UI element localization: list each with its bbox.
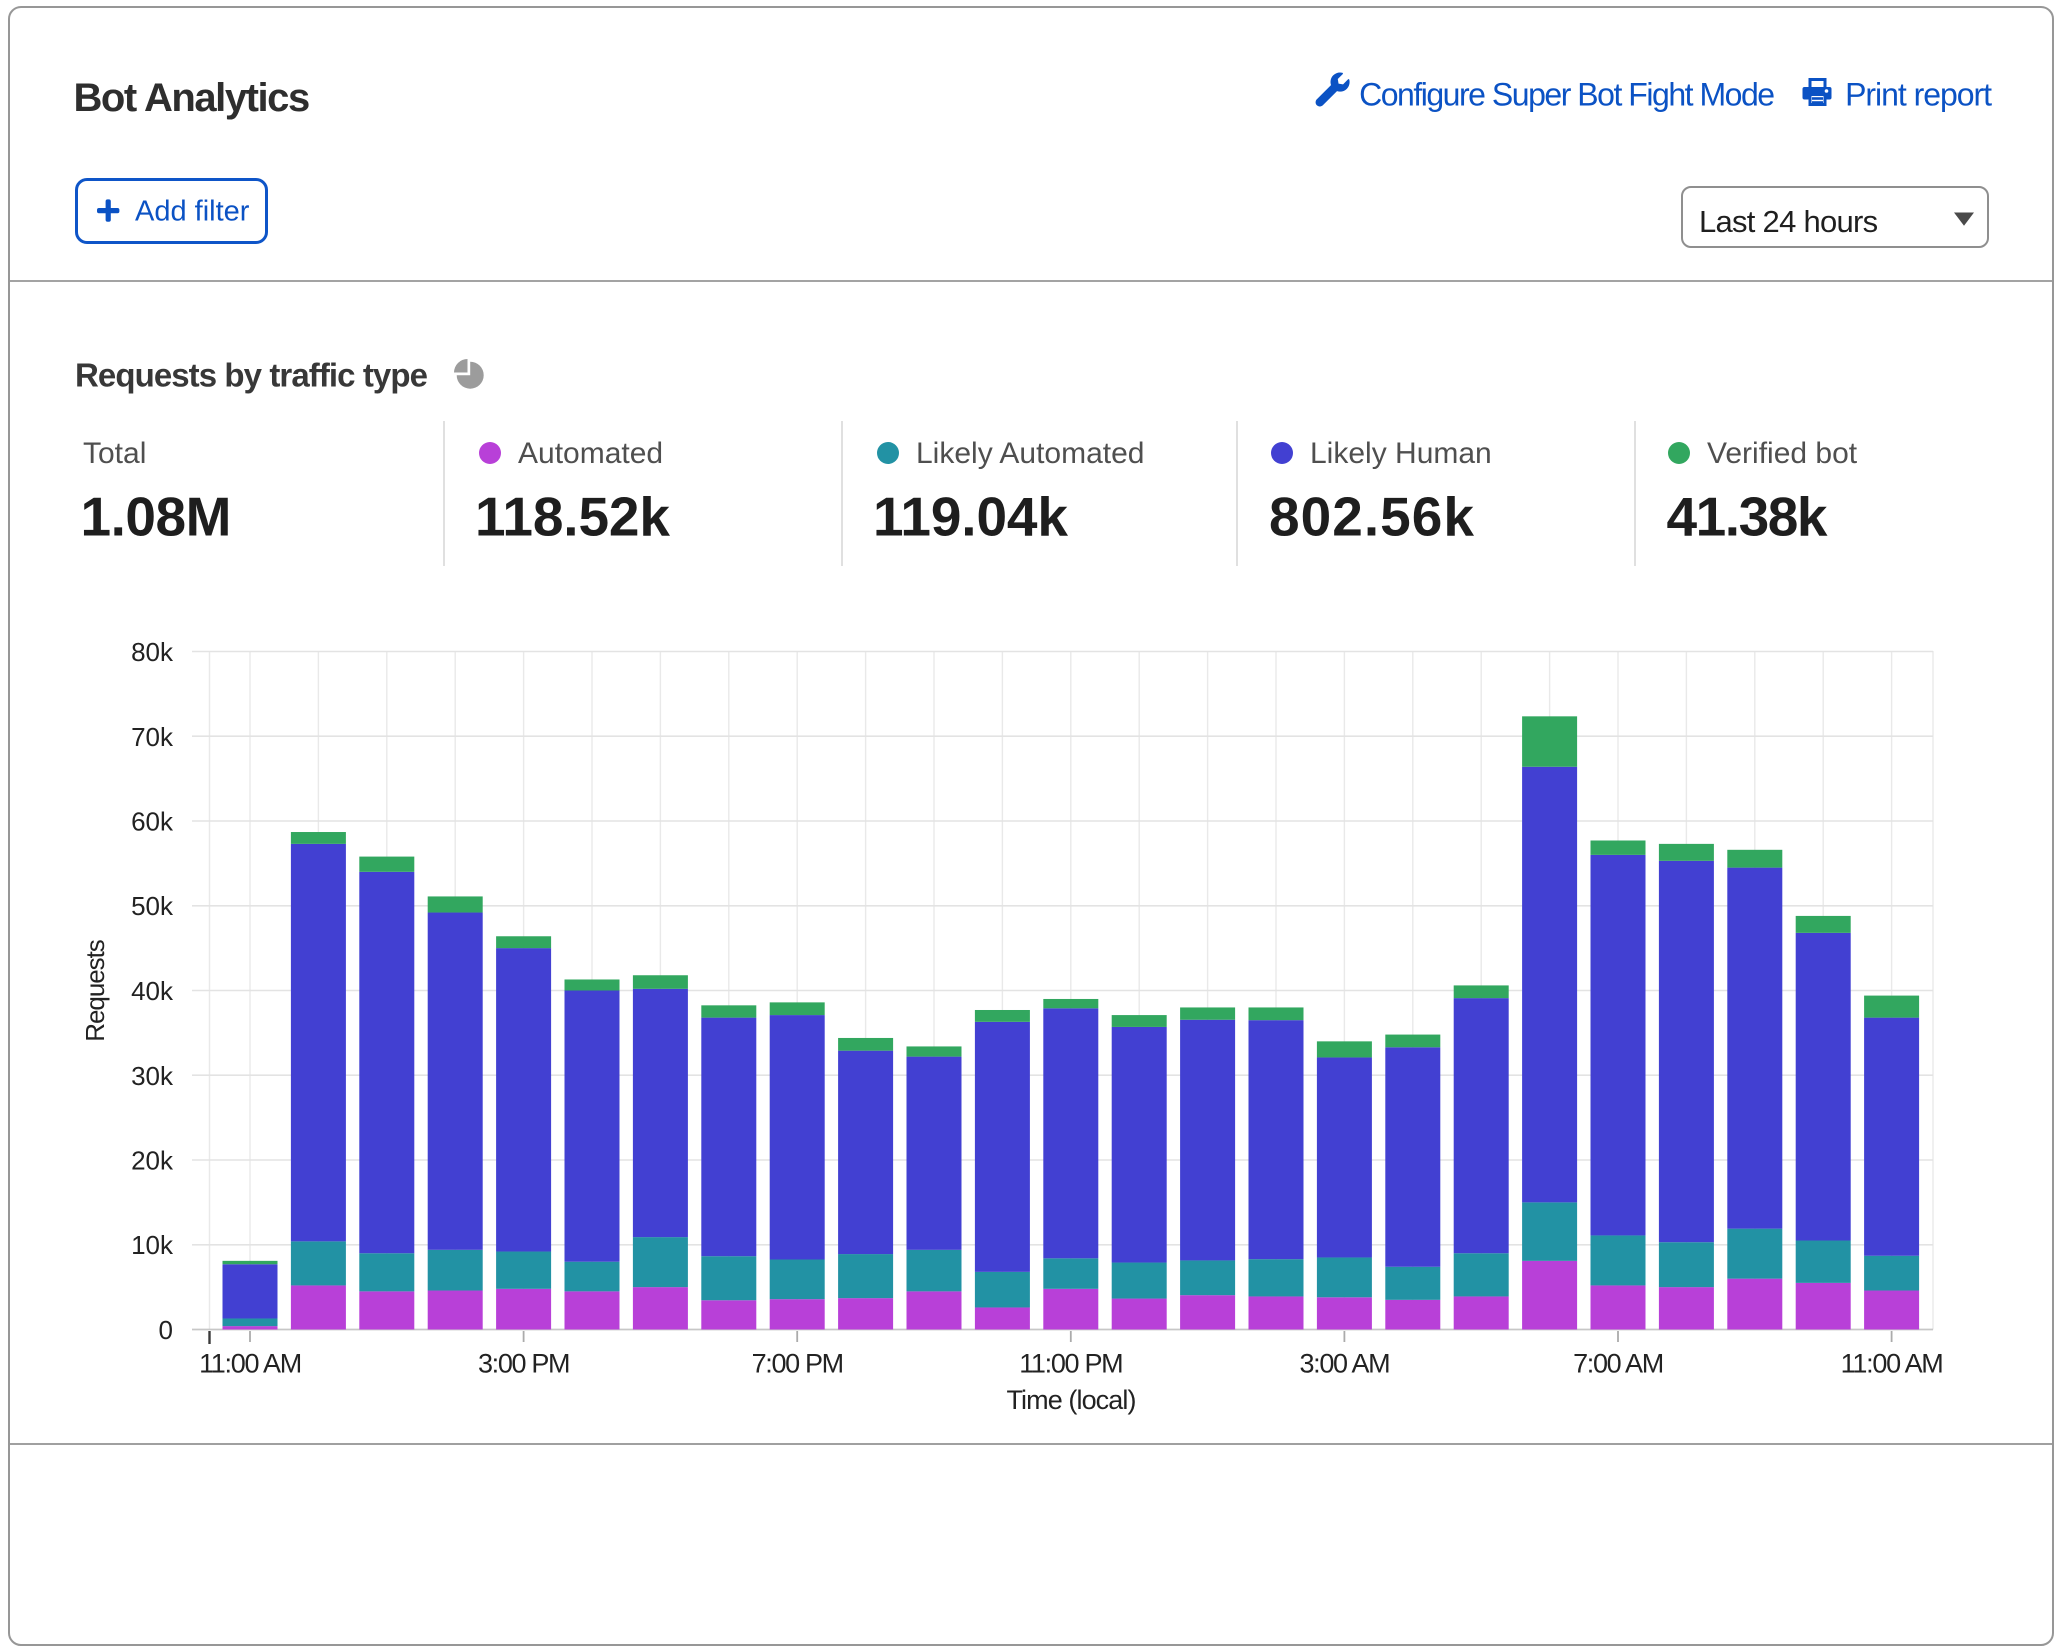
svg-text:80k: 80k bbox=[131, 637, 174, 667]
svg-text:7:00 PM: 7:00 PM bbox=[752, 1349, 843, 1379]
svg-text:Print report: Print report bbox=[1845, 77, 1992, 113]
svg-text:3:00 PM: 3:00 PM bbox=[478, 1349, 569, 1379]
svg-text:Automated: Automated bbox=[518, 437, 663, 470]
svg-text:11:00 PM: 11:00 PM bbox=[1019, 1349, 1122, 1379]
svg-text:7:00 AM: 7:00 AM bbox=[1573, 1349, 1663, 1379]
svg-text:Add filter: Add filter bbox=[135, 196, 250, 228]
svg-text:50k: 50k bbox=[131, 891, 174, 921]
svg-text:Requests by traffic type: Requests by traffic type bbox=[75, 357, 428, 394]
svg-text:Configure Super Bot Fight Mode: Configure Super Bot Fight Mode bbox=[1359, 77, 1774, 113]
svg-text:Bot Analytics: Bot Analytics bbox=[74, 76, 309, 120]
svg-text:10k: 10k bbox=[131, 1230, 174, 1260]
svg-text:40k: 40k bbox=[131, 976, 174, 1006]
svg-text:802.56k: 802.56k bbox=[1269, 486, 1475, 548]
svg-text:30k: 30k bbox=[131, 1061, 174, 1091]
svg-text:11:00 AM: 11:00 AM bbox=[199, 1349, 301, 1379]
svg-text:Verified bot: Verified bot bbox=[1707, 437, 1858, 470]
svg-text:119.04k: 119.04k bbox=[873, 486, 1068, 548]
svg-text:3:00 AM: 3:00 AM bbox=[1299, 1349, 1389, 1379]
svg-text:41.38k: 41.38k bbox=[1667, 486, 1828, 548]
svg-text:20k: 20k bbox=[131, 1146, 174, 1176]
svg-text:11:00 AM: 11:00 AM bbox=[1841, 1349, 1943, 1379]
svg-text:Total: Total bbox=[83, 437, 146, 470]
svg-text:Likely Automated: Likely Automated bbox=[916, 437, 1144, 470]
svg-text:Requests: Requests bbox=[80, 939, 110, 1041]
svg-text:118.52k: 118.52k bbox=[475, 486, 670, 548]
svg-text:0: 0 bbox=[159, 1315, 173, 1345]
svg-text:60k: 60k bbox=[131, 807, 174, 837]
svg-text:Likely Human: Likely Human bbox=[1310, 437, 1492, 470]
svg-text:70k: 70k bbox=[131, 722, 174, 752]
svg-text:1.08M: 1.08M bbox=[81, 486, 232, 548]
svg-text:Time (local): Time (local) bbox=[1006, 1385, 1135, 1415]
svg-text:Last 24 hours: Last 24 hours bbox=[1699, 204, 1878, 239]
